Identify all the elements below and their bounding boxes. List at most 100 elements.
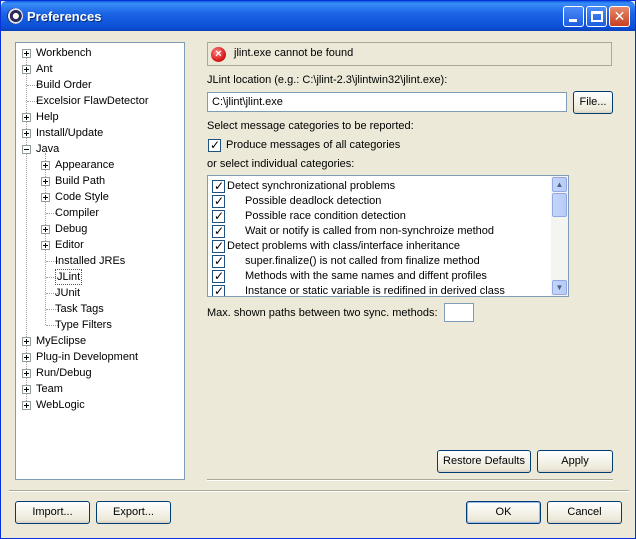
expand-icon[interactable] — [41, 225, 50, 234]
tree-item[interactable]: Ant — [16, 61, 181, 77]
tree-item[interactable]: Excelsior FlawDetector — [16, 93, 181, 109]
category-list[interactable]: ✓ Instance or static variable is redifine… — [207, 175, 569, 297]
tree-item[interactable]: Team — [16, 381, 181, 397]
max-paths-input[interactable] — [444, 303, 474, 322]
expand-icon[interactable] — [41, 177, 50, 186]
scroll-thumb[interactable] — [552, 193, 567, 217]
tree-item[interactable]: Editor — [16, 237, 181, 253]
tree-item[interactable]: Appearance — [16, 157, 181, 173]
checkmark-icon: ✓ — [214, 179, 225, 193]
collapse-icon[interactable] — [22, 145, 31, 154]
cancel-button[interactable]: Cancel — [547, 501, 622, 524]
category-label: Possible race condition detection — [245, 210, 406, 222]
tree-item-label: Java — [36, 143, 60, 155]
category-checkbox[interactable]: ✓ — [212, 209, 225, 223]
file-browse-button[interactable]: File... — [573, 91, 613, 114]
tree-item-label: Team — [36, 383, 63, 395]
window-title: Preferences — [27, 9, 102, 24]
minimize-button[interactable] — [563, 6, 584, 27]
minimize-icon — [569, 19, 577, 22]
apply-button[interactable]: Apply — [537, 450, 613, 473]
category-row[interactable]: ✓ Detect synchronizational problems — [208, 179, 553, 194]
expand-icon[interactable] — [22, 401, 31, 410]
error-banner: × jlint.exe cannot be found — [207, 42, 612, 66]
checkmark-icon: ✓ — [214, 254, 225, 268]
expand-icon[interactable] — [41, 241, 50, 250]
expand-icon[interactable] — [22, 353, 31, 362]
all-categories-label: Produce messages of all categories — [226, 139, 401, 151]
tree-item[interactable]: MyEclipse — [16, 333, 181, 349]
tree-item[interactable]: Java — [16, 141, 181, 157]
category-list-scrollbar[interactable]: ▲ ▼ — [551, 176, 568, 296]
tree-item[interactable]: Run/Debug — [16, 365, 181, 381]
max-paths-label: Max. shown paths between two sync. metho… — [207, 307, 438, 319]
close-button[interactable]: ✕ — [609, 6, 630, 27]
category-row[interactable]: ✓ Methods with the same names and diffent… — [208, 269, 553, 284]
expand-icon[interactable] — [22, 65, 31, 74]
category-checkbox[interactable]: ✓ — [212, 254, 225, 268]
tree-item[interactable]: Debug — [16, 221, 181, 237]
tree-item[interactable]: Code Style — [16, 189, 181, 205]
category-row[interactable]: ✓ super.finalize() is not called from fin… — [208, 254, 553, 269]
error-message: jlint.exe cannot be found — [234, 47, 354, 59]
jlint-location-input[interactable] — [207, 92, 567, 112]
category-label: Wait or notify is called from non-synchr… — [245, 225, 495, 237]
expand-icon[interactable] — [22, 369, 31, 378]
category-row[interactable]: ✓ Possible deadlock detection — [208, 194, 553, 209]
expand-icon[interactable] — [22, 49, 31, 58]
tree-item[interactable]: Build Path — [16, 173, 181, 189]
tree-item-label: Workbench — [36, 47, 92, 59]
tree-item-label: Ant — [36, 63, 53, 75]
category-row[interactable]: ✓ Possible race condition detection — [208, 209, 553, 224]
separator — [9, 490, 629, 492]
tree-item[interactable]: Compiler — [16, 205, 181, 221]
tree-item[interactable]: Install/Update — [16, 125, 181, 141]
all-categories-checkbox[interactable]: ✓ — [208, 138, 221, 152]
tree-item[interactable]: JLint — [16, 269, 181, 285]
category-checkbox[interactable]: ✓ — [212, 284, 225, 297]
preferences-tree[interactable]: Workbench Ant Build Order Excelsior FlawDet… — [15, 42, 185, 480]
export-button[interactable]: Export... — [96, 501, 171, 524]
restore-defaults-button[interactable]: Restore Defaults — [437, 450, 531, 473]
expand-icon[interactable] — [22, 337, 31, 346]
category-checkbox[interactable]: ✓ — [212, 239, 225, 253]
tree-item-label: Appearance — [55, 159, 115, 171]
individual-categories-label: or select individual categories: — [207, 158, 355, 170]
tree-item[interactable]: JUnit — [16, 285, 181, 301]
close-icon: ✕ — [613, 8, 626, 24]
tree-item[interactable]: Task Tags — [16, 301, 181, 317]
category-row[interactable]: ✓ Wait or notify is called from non-synch… — [208, 224, 553, 239]
tree-item[interactable]: Help — [16, 109, 181, 125]
tree-item[interactable]: Type Filters — [16, 317, 181, 333]
tree-item-label: Installed JREs — [55, 255, 126, 267]
tree-item[interactable]: Installed JREs — [16, 253, 181, 269]
tree-item[interactable]: Workbench — [16, 45, 181, 61]
tree-item-label: Compiler — [55, 207, 100, 219]
maximize-button[interactable] — [586, 6, 607, 27]
tree-item-label: Type Filters — [55, 319, 112, 331]
tree-item[interactable]: WebLogic — [16, 397, 181, 413]
category-checkbox[interactable]: ✓ — [212, 269, 225, 283]
tree-item-label: Editor — [55, 239, 84, 251]
category-checkbox[interactable]: ✓ — [212, 224, 225, 238]
jlint-location-label: JLint location (e.g.: C:\jlint-2.3\jlint… — [207, 74, 448, 86]
expand-icon[interactable] — [22, 385, 31, 394]
scroll-up-button[interactable]: ▲ — [552, 177, 567, 192]
category-checkbox[interactable]: ✓ — [212, 194, 225, 208]
expand-icon[interactable] — [22, 113, 31, 122]
checkmark-icon: ✓ — [214, 284, 225, 297]
ok-button[interactable]: OK — [466, 501, 541, 524]
eclipse-icon — [7, 8, 23, 24]
expand-icon[interactable] — [41, 161, 50, 170]
tree-item-label: Install/Update — [36, 127, 104, 139]
category-row[interactable]: ✓ Detect problems with class/interface in… — [208, 239, 553, 254]
category-row[interactable]: ✓ Instance or static variable is redifine… — [208, 284, 553, 297]
tree-item[interactable]: Build Order — [16, 77, 181, 93]
import-button[interactable]: Import... — [15, 501, 90, 524]
tree-item[interactable]: Plug-in Development — [16, 349, 181, 365]
scroll-down-button[interactable]: ▼ — [552, 280, 567, 295]
title-bar[interactable]: Preferences ✕ — [1, 1, 635, 31]
expand-icon[interactable] — [41, 193, 50, 202]
category-checkbox[interactable]: ✓ — [212, 179, 225, 193]
expand-icon[interactable] — [22, 129, 31, 138]
